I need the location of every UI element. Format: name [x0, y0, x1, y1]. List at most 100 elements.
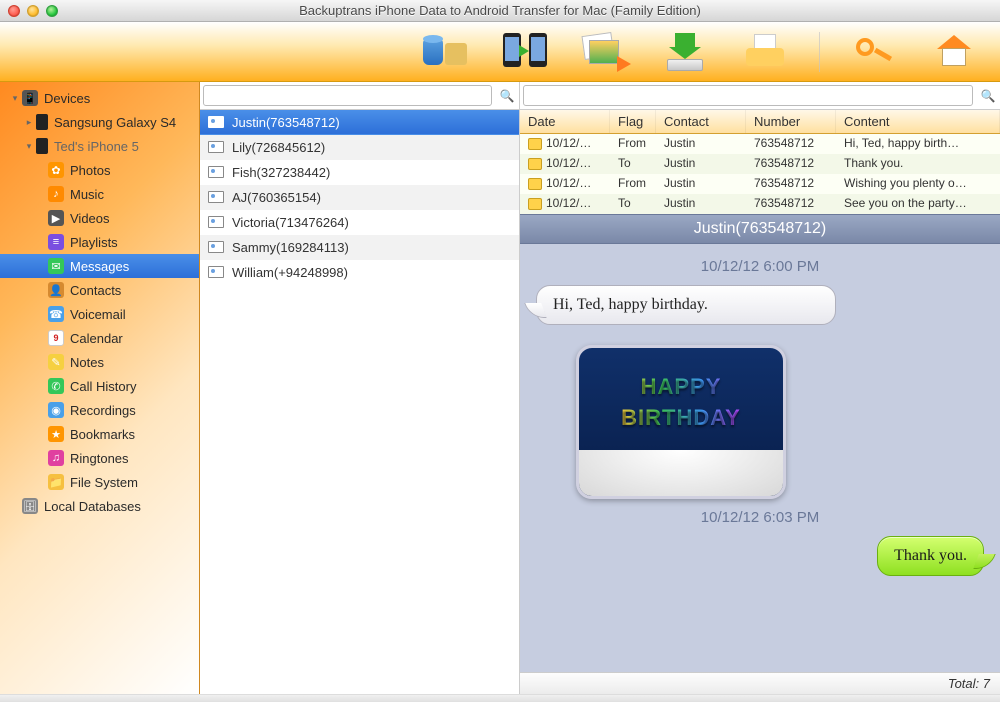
sidebar-label: Playlists	[70, 235, 118, 250]
cell-contact: Justin	[656, 194, 746, 214]
sidebar-ringtones[interactable]: ♫Ringtones	[0, 446, 199, 470]
contact-row[interactable]: Justin(763548712)	[200, 110, 519, 135]
grid-row[interactable]: 10/12/… From Justin 763548712 Hi, Ted, h…	[520, 134, 1000, 154]
sidebar-devices-root[interactable]: ▾ 📱 Devices	[0, 86, 199, 110]
sidebar-label: Messages	[70, 259, 129, 274]
search-icon: 🔍	[500, 89, 515, 103]
incoming-bubble[interactable]: Hi, Ted, happy birthday.	[536, 285, 836, 325]
chevron-right-icon: ▸	[24, 117, 34, 128]
contact-label: AJ(760365154)	[232, 190, 321, 205]
media-button[interactable]	[579, 30, 631, 74]
messages-search-button[interactable]: 🔍	[976, 82, 1000, 109]
cell-date: 10/12/…	[546, 176, 591, 190]
sidebar-label: Voicemail	[70, 307, 126, 322]
contact-card-icon	[208, 266, 224, 278]
sidebar-photos[interactable]: ✿Photos	[0, 158, 199, 182]
toolbar-separator	[819, 32, 820, 72]
sidebar-videos[interactable]: ▶Videos	[0, 206, 199, 230]
cell-flag: From	[610, 134, 656, 154]
messages-icon: ✉	[48, 258, 64, 274]
contacts-search-button[interactable]: 🔍	[495, 82, 519, 109]
cell-contact: Justin	[656, 154, 746, 174]
sidebar-device-galaxy[interactable]: ▸ Sangsung Galaxy S4	[0, 110, 199, 134]
close-icon[interactable]	[8, 5, 20, 17]
window-title: Backuptrans iPhone Data to Android Trans…	[0, 3, 1000, 18]
image-bubble[interactable]: HAPPY BIRTHDAY	[576, 345, 786, 499]
sidebar-music[interactable]: ♪Music	[0, 182, 199, 206]
sidebar-voicemail[interactable]: ☎Voicemail	[0, 302, 199, 326]
col-contact[interactable]: Contact	[656, 110, 746, 133]
conversation-view[interactable]: 10/12/12 6:00 PM Hi, Ted, happy birthday…	[520, 244, 1000, 672]
contact-card-icon	[208, 166, 224, 178]
grid-row[interactable]: 10/12/… From Justin 763548712 Wishing yo…	[520, 174, 1000, 194]
sidebar-device-iphone[interactable]: ▾ Ted's iPhone 5	[0, 134, 199, 158]
minimize-icon[interactable]	[27, 5, 39, 17]
conversation-title: Justin(763548712)	[694, 220, 827, 238]
music-icon: ♪	[48, 186, 64, 202]
col-date[interactable]: Date	[520, 110, 610, 133]
contact-row[interactable]: Sammy(169284113)	[200, 235, 519, 260]
contact-row[interactable]: AJ(760365154)	[200, 185, 519, 210]
sidebar-messages[interactable]: ✉ Messages	[0, 254, 199, 278]
printer-icon	[744, 34, 786, 70]
contact-row[interactable]: Victoria(713476264)	[200, 210, 519, 235]
bottom-strip	[0, 694, 1000, 702]
sidebar-contacts[interactable]: 👤Contacts	[0, 278, 199, 302]
outgoing-bubble[interactable]: Thank you.	[877, 536, 984, 576]
col-flag[interactable]: Flag	[610, 110, 656, 133]
contact-card-icon	[208, 191, 224, 203]
timestamp: 10/12/12 6:03 PM	[536, 509, 984, 526]
star-icon: ★	[48, 426, 64, 442]
contacts-list[interactable]: Justin(763548712) Lily(726845612) Fish(3…	[200, 110, 519, 694]
key-icon	[854, 34, 894, 70]
sidebar-bookmarks[interactable]: ★Bookmarks	[0, 422, 199, 446]
sidebar-label: Calendar	[70, 331, 123, 346]
messages-search-input[interactable]	[523, 85, 973, 106]
home-button[interactable]	[928, 30, 980, 74]
cell-date: 10/12/…	[546, 156, 591, 170]
messages-grid: Date Flag Contact Number Content 10/12/……	[520, 110, 1000, 214]
sidebar-label: Videos	[70, 211, 110, 226]
phone-icon: ✆	[48, 378, 64, 394]
grid-row[interactable]: 10/12/… To Justin 763548712 Thank you.	[520, 154, 1000, 174]
sidebar-label: File System	[70, 475, 138, 490]
cell-number: 763548712	[746, 174, 836, 194]
col-number[interactable]: Number	[746, 110, 836, 133]
register-button[interactable]	[848, 30, 900, 74]
contact-label: Fish(327238442)	[232, 165, 330, 180]
contact-row[interactable]: Lily(726845612)	[200, 135, 519, 160]
sidebar-local-databases[interactable]: 🗄 Local Databases	[0, 494, 199, 518]
sidebar-label: Ringtones	[70, 451, 129, 466]
zoom-icon[interactable]	[46, 5, 58, 17]
message-icon	[528, 178, 542, 190]
download-button[interactable]	[659, 30, 711, 74]
total-label: Total: 7	[948, 676, 990, 691]
sidebar-itemel payload: Photos	[70, 163, 110, 178]
sidebar-call-history[interactable]: ✆Call History	[0, 374, 199, 398]
chevron-down-icon: ▾	[10, 93, 20, 104]
device-label: Sangsung Galaxy S4	[54, 115, 176, 130]
home-icon	[933, 33, 975, 71]
grid-header: Date Flag Contact Number Content	[520, 110, 1000, 134]
print-button[interactable]	[739, 30, 791, 74]
app-window: Backuptrans iPhone Data to Android Trans…	[0, 0, 1000, 702]
sidebar-label: Contacts	[70, 283, 121, 298]
transfer-button[interactable]	[499, 30, 551, 74]
contact-card-icon	[208, 216, 224, 228]
sidebar-notes[interactable]: ✎Notes	[0, 350, 199, 374]
cell-content: See you on the party…	[836, 194, 1000, 214]
backup-button[interactable]	[419, 30, 471, 74]
phone-icon	[36, 114, 48, 130]
contact-row[interactable]: William(+94248998)	[200, 260, 519, 285]
contact-row[interactable]: Fish(327238442)	[200, 160, 519, 185]
contacts-search-input[interactable]	[203, 85, 492, 106]
sidebar-calendar[interactable]: 9Calendar	[0, 326, 199, 350]
database-icon	[423, 33, 467, 71]
cell-content: Thank you.	[836, 154, 1000, 174]
grid-row[interactable]: 10/12/… To Justin 763548712 See you on t…	[520, 194, 1000, 214]
contact-card-icon	[208, 141, 224, 153]
sidebar-recordings[interactable]: ◉Recordings	[0, 398, 199, 422]
sidebar-file-system[interactable]: 📁File System	[0, 470, 199, 494]
col-content[interactable]: Content	[836, 110, 1000, 133]
sidebar-playlists[interactable]: ≡Playlists	[0, 230, 199, 254]
